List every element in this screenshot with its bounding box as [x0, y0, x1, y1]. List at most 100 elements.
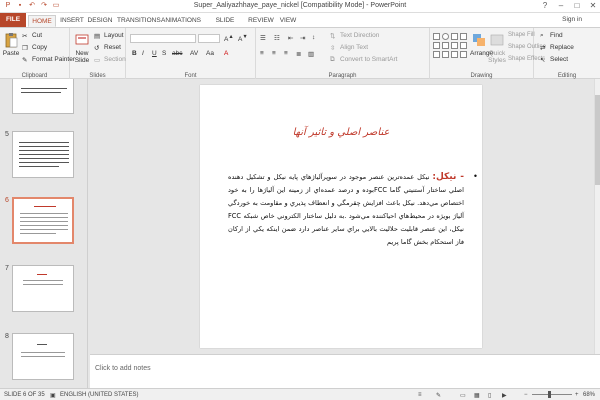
status-bar: SLIDE 6 OF 35 ▣ ENGLISH (UNITED STATES) …	[0, 388, 600, 400]
zoom-in-button[interactable]: +	[575, 392, 579, 398]
shape-brace-icon[interactable]	[460, 42, 467, 49]
bullets-button[interactable]: ☰	[260, 34, 270, 42]
slide-counter: SLIDE 6 OF 35	[4, 392, 45, 398]
indent-icon: ⇥	[300, 35, 306, 42]
arrange-button[interactable]: Arrange	[470, 32, 493, 57]
shape-arrow-icon[interactable]	[460, 33, 467, 40]
decrease-font-size-button[interactable]: A▼	[238, 34, 248, 43]
slide-title[interactable]: عناصر اصلي و تاثير آنها	[200, 127, 482, 138]
shape-cloud-icon[interactable]	[451, 51, 458, 58]
increase-font-size-button[interactable]: A▲	[224, 34, 234, 43]
line-spacing-button[interactable]: ↕	[312, 34, 322, 41]
increase-indent-button[interactable]: ⇥	[300, 34, 310, 42]
reset-button[interactable]: ↺ Reset	[94, 44, 121, 52]
language-indicator[interactable]: ENGLISH (UNITED STATES)	[60, 392, 138, 398]
shape-oval-icon[interactable]	[442, 33, 449, 40]
notes-toggle-icon[interactable]: ≡	[418, 392, 422, 398]
align-text-button[interactable]: ⇳ Align Text	[330, 44, 368, 52]
slide-thumbnail[interactable]	[12, 79, 74, 114]
copy-button[interactable]: ❐ Copy	[22, 44, 47, 52]
tab-design[interactable]: DESIGN	[87, 15, 113, 27]
font-name-dropdown[interactable]	[130, 34, 196, 43]
scrollbar-thumb[interactable]	[595, 95, 600, 185]
zoom-out-button[interactable]: −	[524, 392, 528, 398]
help-button[interactable]: ?	[540, 1, 550, 11]
notes-pane[interactable]: Click to add notes	[90, 354, 600, 388]
cut-button[interactable]: ✂ Cut	[22, 32, 42, 40]
zoom-slider[interactable]	[532, 394, 572, 395]
underline-button[interactable]: U	[152, 50, 157, 57]
shape-triangle-icon[interactable]	[442, 42, 449, 49]
convert-smartart-button[interactable]: ⧉ Convert to SmartArt	[330, 56, 397, 63]
tab-slide-show[interactable]: SLIDE SHOW	[206, 15, 244, 36]
character-spacing-button[interactable]: AV	[190, 50, 198, 57]
strikethrough-button[interactable]: abc	[172, 50, 182, 57]
tab-animations[interactable]: ANIMATIONS	[161, 15, 201, 27]
vertical-scrollbar[interactable]	[594, 79, 600, 354]
shape-callout-icon[interactable]	[433, 51, 440, 58]
current-slide[interactable]: عناصر اصلي و تاثير آنها • - نيکل: نيکل ع…	[200, 85, 482, 348]
replace-button[interactable]: ⇄ Replace	[540, 44, 574, 52]
slide-thumbnail[interactable]	[12, 265, 74, 312]
font-size-dropdown[interactable]	[198, 34, 220, 43]
new-slide-button[interactable]: New Slide	[72, 32, 92, 64]
shape-heart-icon[interactable]	[442, 51, 449, 58]
text-direction-label: Text Direction	[340, 32, 380, 40]
tab-transitions[interactable]: TRANSITIONS	[117, 15, 161, 27]
close-button[interactable]: ✕	[588, 1, 598, 11]
slide-thumbnail-selected[interactable]	[12, 197, 74, 244]
notes-placeholder[interactable]: Click to add notes	[95, 365, 151, 372]
shape-fill-button[interactable]: Shape Fill	[508, 32, 535, 38]
minimize-button[interactable]: –	[556, 1, 566, 11]
font-color-button[interactable]: A	[224, 50, 228, 57]
normal-view-icon[interactable]: ▭	[460, 392, 466, 399]
quick-styles-label: Quick Styles	[488, 50, 506, 64]
zoom-level[interactable]: 68%	[583, 392, 595, 398]
zoom-slider-handle[interactable]	[548, 391, 551, 398]
slide-thumbnail[interactable]	[12, 333, 74, 380]
spellcheck-icon[interactable]: ▣	[50, 392, 56, 399]
shape-textbox-icon[interactable]	[433, 42, 440, 49]
layout-button[interactable]: ▤ Layout	[94, 32, 124, 40]
shape-line-icon[interactable]	[451, 33, 458, 40]
shadow-button[interactable]: S	[162, 50, 166, 57]
title-bar: P ▪ ↶ ↷ ▭ Super_Aaliyazhhaye_paye_nickel…	[0, 0, 600, 13]
reading-view-icon[interactable]: ▯	[488, 392, 491, 399]
columns-button[interactable]: ▥	[308, 50, 318, 58]
format-painter-button[interactable]: ✎ Format Painter	[22, 56, 75, 64]
paste-button[interactable]: Paste	[2, 32, 20, 57]
italic-button[interactable]: I	[142, 50, 144, 57]
slide-thumbnails-panel[interactable]: 5 6 7 8	[0, 79, 88, 388]
tab-home[interactable]: HOME	[28, 15, 56, 27]
decrease-indent-button[interactable]: ⇤	[288, 34, 298, 42]
section-button[interactable]: ▭ Section	[94, 56, 126, 64]
align-right-button[interactable]: ≡	[284, 50, 294, 57]
columns-icon: ▥	[308, 51, 315, 58]
justify-button[interactable]: ≣	[296, 50, 306, 58]
shape-star-icon[interactable]	[451, 42, 458, 49]
align-left-button[interactable]: ≡	[260, 50, 270, 57]
bold-button[interactable]: B	[132, 50, 137, 57]
text-direction-button[interactable]: ⇅ Text Direction	[330, 32, 380, 40]
tab-view[interactable]: VIEW	[278, 15, 298, 27]
slide-show-view-icon[interactable]: ▶	[502, 392, 507, 399]
change-case-button[interactable]: Aa	[206, 50, 214, 57]
shapes-gallery[interactable]	[433, 33, 467, 61]
comments-toggle-icon[interactable]: ✎	[436, 392, 441, 399]
slide-sorter-view-icon[interactable]: ▦	[474, 392, 480, 399]
select-button[interactable]: ↖ Select	[540, 56, 568, 64]
slide-editing-area[interactable]: عناصر اصلي و تاثير آنها • - نيکل: نيکل ع…	[96, 79, 594, 354]
align-center-button[interactable]: ≡	[272, 50, 282, 57]
maximize-button[interactable]: □	[572, 1, 582, 11]
quick-styles-button[interactable]: Quick Styles	[488, 32, 506, 64]
tab-review[interactable]: REVIEW	[248, 15, 274, 27]
shape-more-icon[interactable]	[460, 51, 467, 58]
find-button[interactable]: ⌕ Find	[540, 32, 563, 39]
sign-in-link[interactable]: Sign in	[562, 16, 582, 23]
slide-thumbnail[interactable]	[12, 131, 74, 178]
numbering-button[interactable]: ☷	[274, 34, 284, 42]
shape-rectangle-icon[interactable]	[433, 33, 440, 40]
tab-file[interactable]: FILE	[0, 13, 26, 27]
tab-insert[interactable]: INSERT	[60, 15, 84, 27]
slide-body-text[interactable]: - نيکل: نيکل عمده‌ترين عنصر موجود در سوپ…	[228, 171, 464, 249]
